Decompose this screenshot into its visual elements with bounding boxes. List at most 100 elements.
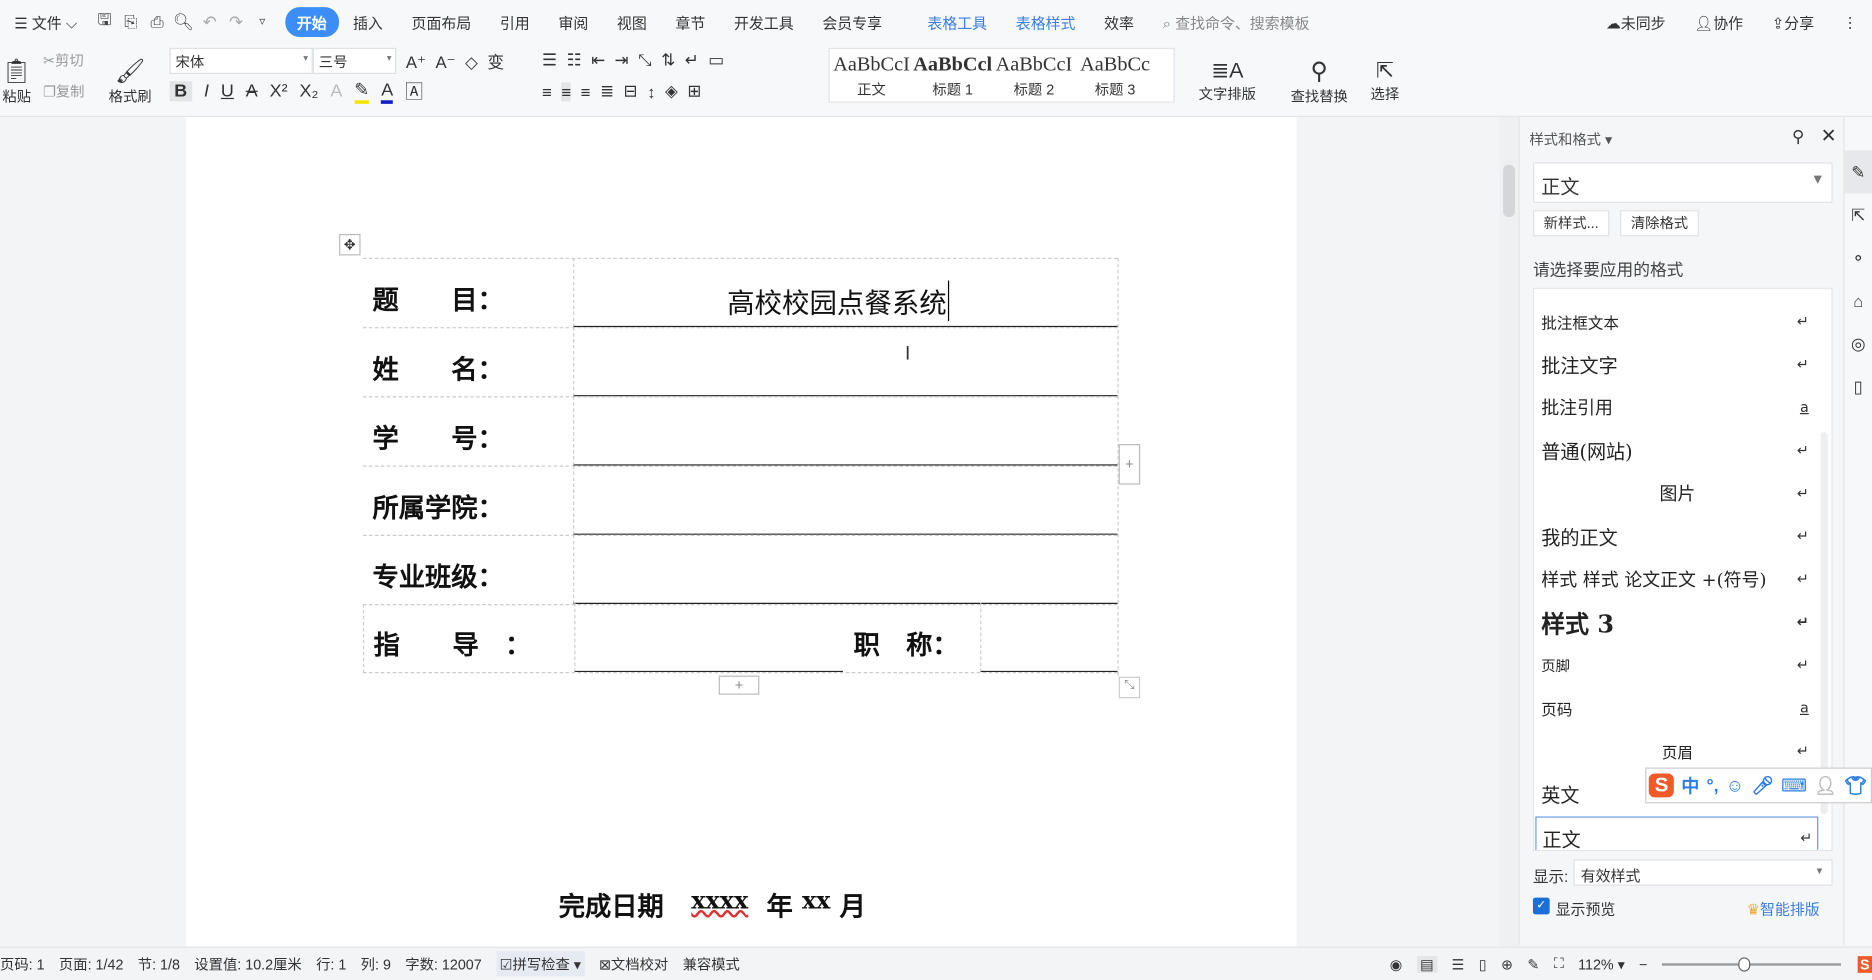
underline-icon[interactable]: U — [221, 81, 234, 101]
char-border-icon[interactable]: 🄰 — [405, 79, 423, 104]
copy-button[interactable]: ❐ 复制 — [43, 81, 85, 101]
font-size-select[interactable]: 三号 ▾ — [312, 47, 397, 75]
title-rank-cell[interactable] — [980, 602, 1118, 673]
font-color-icon[interactable]: A — [381, 79, 394, 104]
pen-icon[interactable]: ✎ — [1527, 956, 1539, 973]
page-view-icon[interactable]: ▤ — [1416, 955, 1438, 973]
tab-page-layout[interactable]: 页面布局 — [397, 10, 485, 33]
backup-tool-icon[interactable]: ◎ — [1845, 322, 1872, 365]
current-style-select[interactable]: 正文 ▼ — [1532, 162, 1833, 203]
tab-chapter[interactable]: 章节 — [661, 10, 720, 33]
strikethrough-icon[interactable]: A — [246, 81, 258, 101]
cut-button[interactable]: ✂ 剪切 — [43, 50, 84, 70]
format-painter-button[interactable]: 🖌︎ 格式刷 — [105, 48, 155, 115]
borders-icon[interactable]: ⊞ — [687, 81, 701, 101]
sort-icon[interactable]: ⇅ — [661, 50, 675, 70]
text-direction-icon[interactable]: ⤡ — [638, 50, 651, 70]
smart-layout-button[interactable]: ♛智能排版 — [1747, 896, 1820, 919]
shading-icon[interactable]: ◈ — [665, 81, 678, 101]
italic-icon[interactable]: I — [204, 81, 209, 101]
zoom-out-icon[interactable]: − — [1639, 956, 1647, 973]
style-item[interactable]: 页码 a — [1541, 686, 1813, 729]
zoom-level[interactable]: 112% ▾ — [1578, 956, 1625, 973]
table-move-handle-icon[interactable]: ✥ — [339, 233, 361, 256]
spell-check-button[interactable]: ☑拼写检查 ▾ — [496, 951, 585, 977]
skin-icon[interactable]: 👕︎ — [1844, 775, 1867, 796]
clear-format-button[interactable]: 清除格式 — [1620, 210, 1699, 237]
pin-icon[interactable]: ⚲ — [1792, 127, 1804, 147]
subscript-icon[interactable]: X₂ — [300, 81, 319, 101]
outline-view-icon[interactable]: ☰ — [1452, 956, 1465, 973]
settings-tool-icon[interactable]: ⚬ — [1845, 236, 1872, 279]
emoji-icon[interactable]: ☺ — [1726, 775, 1744, 795]
month-value[interactable]: xx — [802, 886, 830, 924]
select-tool-icon[interactable]: ⇱ — [1845, 193, 1872, 236]
tab-table-tools[interactable]: 表格工具 — [913, 10, 1001, 33]
paste-button[interactable]: 📋︎ 粘贴 — [0, 48, 33, 115]
align-center-icon[interactable]: ≡ — [561, 81, 572, 101]
vertical-scrollbar[interactable] — [1499, 116, 1519, 947]
add-column-button[interactable]: + — [1118, 444, 1141, 485]
indent-icon[interactable]: ⇥ — [615, 50, 629, 70]
read-view-icon[interactable]: ▯ — [1479, 956, 1487, 973]
tab-references[interactable]: 引用 — [486, 10, 545, 33]
style-item[interactable]: 页眉 ↵ — [1541, 729, 1813, 772]
superscript-icon[interactable]: X² — [270, 81, 288, 101]
tab-insert[interactable]: 插入 — [339, 10, 398, 33]
ruler-icon[interactable]: ▭ — [708, 50, 724, 70]
style-item[interactable]: 图片 ↵ — [1541, 471, 1813, 514]
distribute-icon[interactable]: ⊟ — [624, 81, 638, 101]
shrink-font-icon[interactable]: A⁻ — [435, 52, 455, 72]
new-style-button[interactable]: 新样式... — [1532, 210, 1610, 237]
style-item[interactable]: 普通(网站) ↵ — [1541, 429, 1813, 472]
style-heading-3[interactable]: AaBbCc 标题 3 — [1074, 53, 1155, 103]
file-menu[interactable]: ☰ 文件 ⌵ — [0, 10, 92, 33]
style-item[interactable]: 批注框文本 ↵ — [1541, 300, 1813, 343]
style-item[interactable]: 样式 样式 论文正文 +(符号) ↵ — [1541, 557, 1813, 600]
add-row-button[interactable]: + — [718, 675, 760, 695]
share-button[interactable]: ⇪分享 — [1757, 10, 1828, 33]
sogou-tray-icon[interactable]: S — [1857, 955, 1872, 973]
college-cell[interactable] — [573, 465, 1118, 535]
collab-button[interactable]: 👤︎协作 — [1680, 10, 1757, 33]
advisor-cell[interactable] — [574, 602, 843, 673]
sogou-logo-icon[interactable]: S — [1648, 773, 1675, 798]
class-cell[interactable] — [573, 534, 1118, 604]
panel-title[interactable]: 样式和格式 ▾ — [1529, 129, 1612, 149]
redo-icon[interactable]: ↷ — [223, 11, 249, 31]
show-filter-select[interactable]: 有效样式 ▼ — [1573, 859, 1833, 886]
tab-review[interactable]: 审阅 — [544, 10, 603, 33]
print-icon[interactable]: ⎙ — [144, 11, 170, 31]
ime-language[interactable]: 中 — [1681, 773, 1699, 798]
proofread-button[interactable]: ⊠文档校对 — [599, 954, 668, 974]
select-button[interactable]: ⇱ 选择 — [1361, 48, 1409, 115]
style-item[interactable]: 样式 3 ↵ — [1541, 600, 1813, 643]
zoom-slider-thumb[interactable] — [1738, 956, 1751, 972]
sync-button[interactable]: ☁未同步 — [1592, 10, 1680, 33]
preview-checkbox[interactable]: ✓ — [1532, 897, 1550, 915]
tab-member[interactable]: 会员专享 — [808, 10, 896, 33]
save-icon[interactable]: 🖫 — [92, 7, 118, 36]
find-replace-button[interactable]: ⚲ 查找替换 — [1282, 48, 1356, 115]
style-heading-1[interactable]: AaBbCcl 标题 1 — [912, 53, 993, 103]
list-scrollbar[interactable] — [1820, 432, 1828, 815]
tab-table-style[interactable]: 表格样式 — [1001, 10, 1089, 33]
user-icon[interactable]: 👤︎ — [1814, 775, 1837, 796]
style-item[interactable]: 我的正文 ↵ — [1541, 514, 1813, 557]
highlight-icon[interactable]: ✎ — [354, 79, 370, 104]
keyboard-icon[interactable]: ⌨ — [1781, 775, 1807, 796]
more-icon[interactable]: ⋮ — [1828, 13, 1872, 31]
align-right-icon[interactable]: ≡ — [581, 82, 591, 101]
shape-tool-icon[interactable]: ⌂ — [1845, 279, 1872, 322]
pinyin-icon[interactable]: 变 — [487, 50, 504, 74]
outdent-icon[interactable]: ⇤ — [591, 50, 605, 70]
page-tool-icon[interactable]: ▯ — [1845, 365, 1872, 408]
numbered-list-icon[interactable]: ☷ — [567, 50, 582, 70]
paragraph-mark-icon[interactable]: ↵ — [685, 50, 699, 70]
font-family-select[interactable]: 宋体 ▾ — [169, 47, 313, 75]
tab-developer[interactable]: 开发工具 — [720, 10, 808, 33]
style-item[interactable]: 页脚 ↵ — [1541, 643, 1813, 686]
customize-icon[interactable]: ▿ — [249, 15, 275, 28]
align-left-icon[interactable]: ≡ — [542, 82, 552, 101]
grow-font-icon[interactable]: A⁺ — [406, 52, 426, 72]
